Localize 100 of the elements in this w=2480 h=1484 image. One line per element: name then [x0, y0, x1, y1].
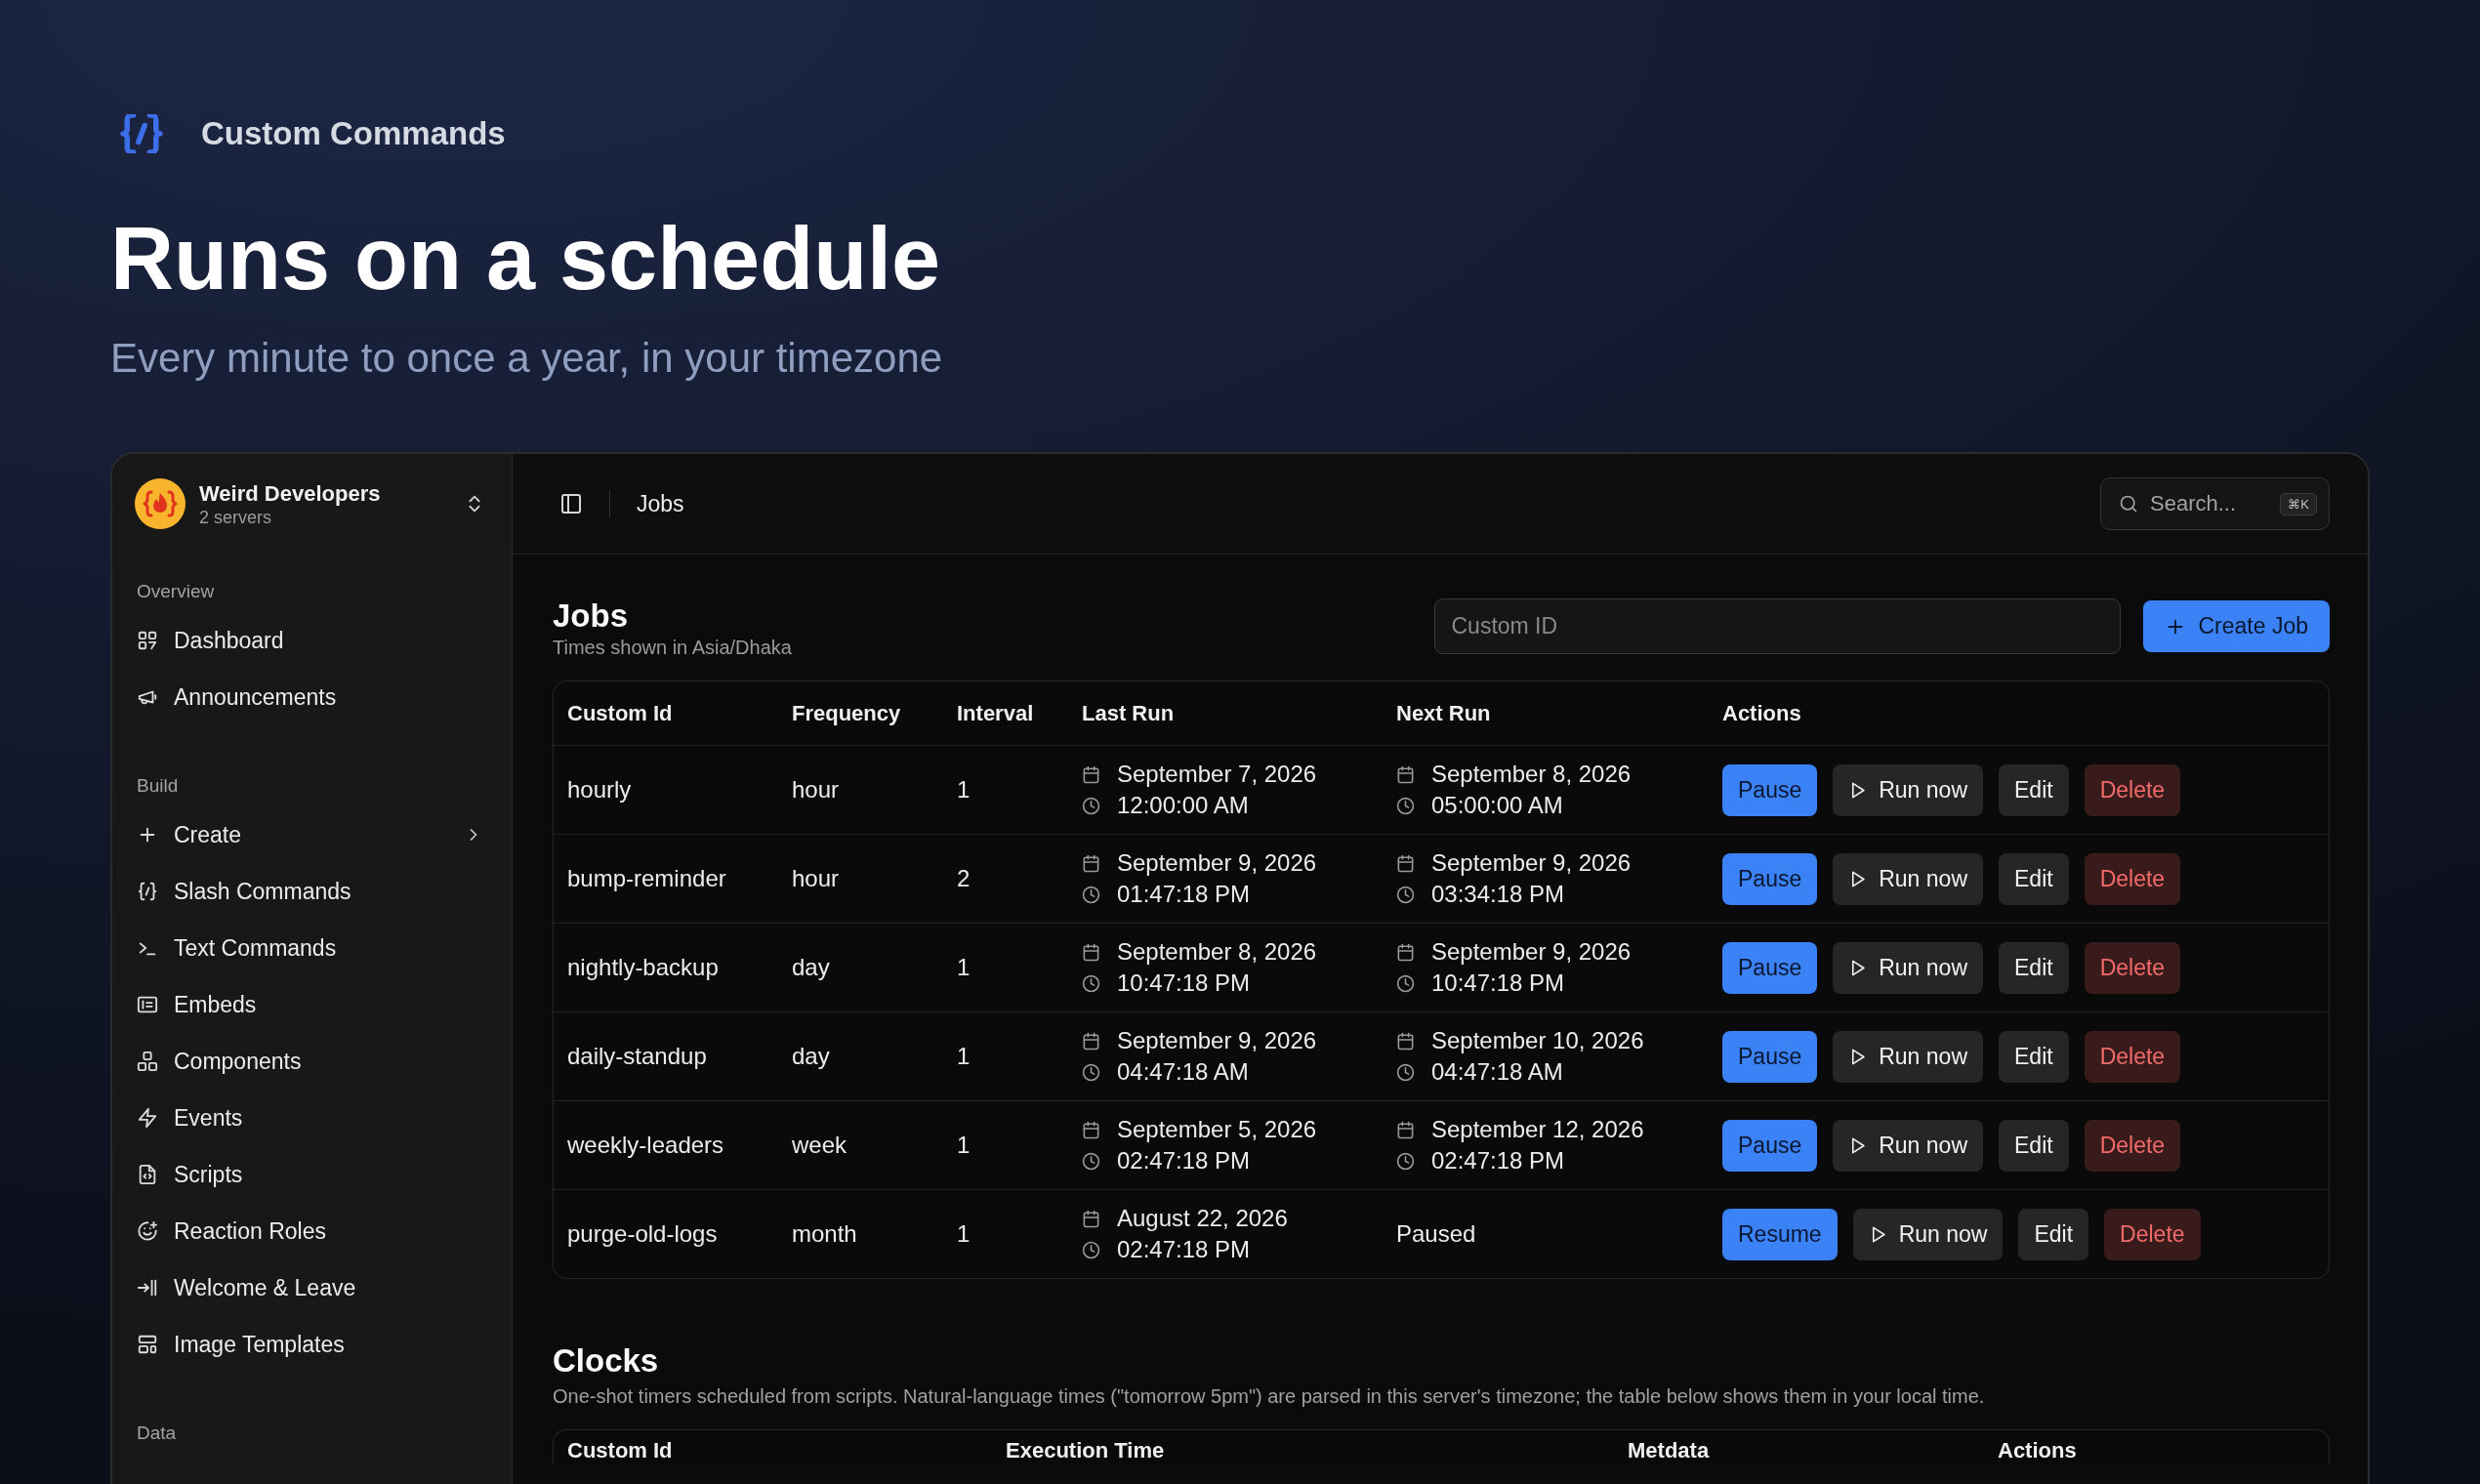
- create-job-button[interactable]: Create Job: [2143, 600, 2330, 653]
- column-header: Interval: [956, 700, 1035, 726]
- nav-item[interactable]: Dashboard: [137, 612, 493, 670]
- app-name: Custom Commands: [201, 115, 506, 152]
- section-label: Overview: [137, 580, 216, 604]
- grid-icon: [137, 630, 158, 652]
- layout-icon: [137, 1334, 158, 1356]
- clock-icon: [1396, 1062, 1415, 1082]
- edit-button[interactable]: Edit: [1999, 941, 2069, 994]
- date-text: September 9, 2026: [1117, 1026, 1317, 1056]
- file-code-icon: [137, 1164, 158, 1186]
- run-now-button[interactable]: Run now: [1833, 941, 1983, 994]
- date-text: September 9, 2026: [1117, 848, 1317, 879]
- run-now-button[interactable]: Run now: [1833, 852, 1983, 905]
- edit-button[interactable]: Edit: [1999, 1119, 2069, 1172]
- delete-button[interactable]: Delete: [2084, 852, 2181, 905]
- calendar-icon: [1082, 1031, 1100, 1051]
- clock-icon: [1082, 1151, 1100, 1171]
- code-braces-icon: [119, 114, 164, 153]
- clock-icon: [1082, 796, 1100, 815]
- table-cell-text: hour: [791, 776, 841, 804]
- date-text: September 8, 2026: [1117, 937, 1317, 968]
- table-cell-text: month: [791, 1220, 858, 1249]
- delete-button[interactable]: Delete: [2084, 1030, 2181, 1083]
- calendar-icon: [1082, 853, 1100, 873]
- calendar-icon: [1082, 942, 1100, 962]
- table-cell-text: 1: [956, 1132, 971, 1160]
- blocks-icon: [137, 1051, 158, 1073]
- shortcut-key: ⌘K: [2280, 492, 2317, 515]
- clock-icon: [1396, 1151, 1415, 1171]
- pause-button[interactable]: Pause: [1722, 1119, 1818, 1172]
- table-cell-text: week: [791, 1132, 848, 1160]
- delete-button[interactable]: Delete: [2104, 1208, 2201, 1260]
- nav-item[interactable]: Scripts: [137, 1146, 493, 1204]
- time-text: 02:47:18 PM: [1431, 1146, 1565, 1176]
- nav-item[interactable]: Slash Commands: [137, 863, 493, 921]
- table-cell-text: bump-reminder: [566, 865, 727, 893]
- date-text: September 12, 2026: [1431, 1115, 1644, 1145]
- calendar-icon: [1396, 764, 1415, 784]
- table-cell-text: hourly: [566, 776, 633, 804]
- nav-item[interactable]: Announcements: [137, 669, 493, 726]
- run-now-button[interactable]: Run now: [1833, 763, 1983, 816]
- column-header: Execution Time: [1005, 1438, 1166, 1464]
- date-text: September 10, 2026: [1431, 1026, 1644, 1056]
- run-now-button[interactable]: Run now: [1833, 1030, 1983, 1083]
- time-text: 10:47:18 PM: [1431, 969, 1565, 999]
- delete-button[interactable]: Delete: [2084, 941, 2181, 994]
- table-cell-text: 2: [956, 865, 971, 893]
- nav-item[interactable]: Text Commands: [137, 920, 493, 977]
- date-text: September 5, 2026: [1117, 1115, 1317, 1145]
- sidebar-panel-icon[interactable]: [559, 492, 583, 516]
- table-cell-text: daily-standup: [566, 1043, 708, 1071]
- table-cell-text: hour: [791, 865, 841, 893]
- timezone-note: Times shown in Asia/Dhaka: [553, 636, 793, 660]
- resume-button[interactable]: Resume: [1722, 1208, 1838, 1260]
- custom-id-field[interactable]: Custom ID: [1434, 598, 2122, 655]
- table-cell-text: purge-old-logs: [566, 1220, 719, 1249]
- nav-item[interactable]: Components: [137, 1033, 493, 1091]
- clock-icon: [1082, 1062, 1100, 1082]
- code-braces-icon: [137, 881, 158, 903]
- column-header: Next Run: [1395, 700, 1492, 726]
- calendar-icon: [1396, 942, 1415, 962]
- pause-button[interactable]: Pause: [1722, 852, 1818, 905]
- nav-item[interactable]: Create: [137, 806, 493, 864]
- table-cell-text: nightly-backup: [566, 954, 720, 982]
- clock-icon: [1396, 973, 1415, 993]
- time-text: 02:47:18 PM: [1117, 1235, 1251, 1265]
- pause-button[interactable]: Pause: [1722, 1030, 1818, 1083]
- table-cell-text: 1: [956, 1043, 971, 1071]
- delete-button[interactable]: Delete: [2084, 763, 2181, 816]
- pause-button[interactable]: Pause: [1722, 763, 1818, 816]
- clock-icon: [1082, 885, 1100, 904]
- column-header: Last Run: [1081, 700, 1176, 726]
- date-text: September 8, 2026: [1431, 760, 1632, 790]
- column-header: Custom Id: [566, 1438, 674, 1464]
- breadcrumb: Jobs: [637, 490, 684, 517]
- nav-item[interactable]: Welcome & Leave: [137, 1259, 493, 1317]
- column-header: Custom Id: [566, 700, 674, 726]
- section-title: Clocks: [553, 1343, 660, 1380]
- calendar-icon: [1396, 1120, 1415, 1139]
- pause-button[interactable]: Pause: [1722, 941, 1818, 994]
- edit-button[interactable]: Edit: [1999, 763, 2069, 816]
- calendar-icon: [1396, 853, 1415, 873]
- run-now-button[interactable]: Run now: [1852, 1208, 2004, 1260]
- column-header: Frequency: [791, 700, 902, 726]
- search-button[interactable]: Search... ⌘K: [2100, 477, 2330, 531]
- nav-item[interactable]: Embeds: [137, 976, 493, 1034]
- nav-item[interactable]: Reaction Roles: [137, 1203, 493, 1260]
- time-text: 12:00:00 AM: [1117, 791, 1249, 821]
- nav-item[interactable]: Image Templates: [137, 1316, 493, 1374]
- edit-button[interactable]: Edit: [1999, 1030, 2069, 1083]
- nav-item[interactable]: Events: [137, 1090, 493, 1147]
- delete-button[interactable]: Delete: [2084, 1119, 2181, 1172]
- edit-button[interactable]: Edit: [1999, 852, 2069, 905]
- clock-icon: [1396, 885, 1415, 904]
- edit-button[interactable]: Edit: [2018, 1208, 2089, 1260]
- clock-icon: [1396, 796, 1415, 815]
- time-text: 10:47:18 PM: [1117, 969, 1251, 999]
- run-now-button[interactable]: Run now: [1833, 1119, 1983, 1172]
- calendar-icon: [1082, 1209, 1100, 1228]
